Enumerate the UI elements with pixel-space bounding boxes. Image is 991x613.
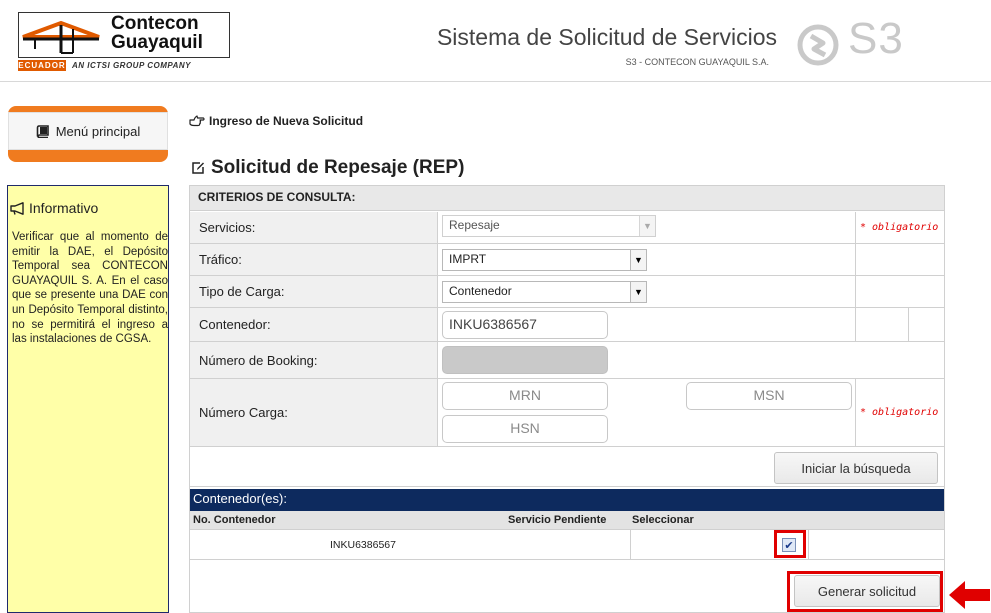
- app-header: Contecon Guayaquil ECUADOR AN ICTSI GROU…: [0, 0, 991, 82]
- info-title: Informativo: [29, 200, 99, 216]
- required-note: * obligatorio: [860, 407, 939, 418]
- servicios-label: Servicios:: [190, 212, 438, 243]
- red-arrow-left-icon: [949, 581, 990, 609]
- required-note: * obligatorio: [860, 222, 939, 233]
- info-header: Informativo: [10, 200, 98, 216]
- chevron-down-icon: ▼: [630, 282, 646, 302]
- row-trafico: Tráfico: IMPRT ▼: [190, 244, 944, 276]
- main-menu-button[interactable]: Menú principal: [8, 112, 168, 150]
- servicios-value: Repesaje: [449, 218, 500, 232]
- chevron-down-icon: ▼: [630, 250, 646, 270]
- trafico-select[interactable]: IMPRT ▼: [442, 249, 647, 271]
- mrn-input[interactable]: MRN: [442, 382, 608, 410]
- row-contenedor: INKU6386567: [330, 539, 396, 551]
- search-button[interactable]: Iniciar la búsqueda: [774, 452, 938, 484]
- row-booking: Número de Booking:: [190, 342, 944, 379]
- chevron-down-icon: ▼: [639, 216, 655, 236]
- book-icon: [36, 124, 49, 138]
- system-subtitle: S3 - CONTECON GUAYAQUIL S.A.: [625, 57, 769, 67]
- search-form: CRITERIOS DE CONSULTA: Servicios: Repesa…: [189, 185, 945, 613]
- tipo-carga-value: Contenedor: [449, 284, 512, 298]
- crane-logo-icon: [22, 20, 100, 54]
- row-numero-carga: Número Carga: MRN MSN HSN * obligatorio: [190, 379, 944, 447]
- msn-input[interactable]: MSN: [686, 382, 852, 410]
- logo-line-1: Contecon: [111, 13, 199, 34]
- info-panel: Informativo Verificar que al momento de …: [7, 185, 169, 613]
- app-badge: S3: [848, 14, 904, 63]
- col-contenedor: No. Contenedor: [193, 514, 276, 526]
- main-menu-label: Menú principal: [55, 123, 141, 139]
- page-title: Solicitud de Repesaje (REP): [191, 157, 464, 179]
- tipo-carga-label: Tipo de Carga:: [190, 276, 438, 307]
- search-actions: Iniciar la búsqueda: [190, 449, 944, 487]
- row-tipo-carga: Tipo de Carga: Contenedor ▼: [190, 276, 944, 308]
- booking-input[interactable]: [442, 346, 608, 374]
- page-title-label: Solicitud de Repesaje (REP): [211, 157, 465, 178]
- table-row: INKU6386567 ✔: [190, 530, 944, 560]
- breadcrumb-label: Ingreso de Nueva Solicitud: [209, 114, 364, 128]
- logo-group: AN ICTSI GROUP COMPANY: [72, 61, 192, 70]
- main-menu-panel: Menú principal: [8, 106, 168, 162]
- col-servicio-pendiente: Servicio Pendiente: [508, 514, 607, 526]
- row-servicios: Servicios: Repesaje ▼ * obligatorio: [190, 212, 944, 244]
- logo-frame: Contecon Guayaquil: [18, 12, 230, 58]
- col-seleccionar: Seleccionar: [632, 514, 694, 526]
- trafico-label: Tráfico:: [190, 244, 438, 275]
- generate-highlight: [787, 571, 943, 612]
- logo-line-2: Guayaquil: [111, 32, 203, 53]
- containers-header: Contenedor(es):: [190, 489, 944, 511]
- row-contenedor: Contenedor: INKU6386567: [190, 308, 944, 342]
- contenedor-input[interactable]: INKU6386567: [442, 311, 608, 339]
- breadcrumb: Ingreso de Nueva Solicitud: [189, 114, 363, 128]
- logo-country: ECUADOR: [18, 60, 66, 71]
- containers-table-header: No. Contenedor Servicio Pendiente Selecc…: [190, 511, 944, 530]
- trafico-value: IMPRT: [449, 252, 487, 266]
- tipo-carga-select[interactable]: Contenedor ▼: [442, 281, 647, 303]
- generate-actions: Generar solicitud: [190, 571, 944, 612]
- contecon-logo: Contecon Guayaquil ECUADOR AN ICTSI GROU…: [6, 10, 231, 74]
- megaphone-icon: [10, 201, 24, 215]
- numero-carga-label: Número Carga:: [190, 379, 438, 446]
- servicios-select[interactable]: Repesaje ▼: [442, 215, 656, 237]
- hand-point-right-icon: [189, 115, 205, 127]
- contenedor-label: Contenedor:: [190, 308, 438, 341]
- s3-swirl-icon: [797, 24, 839, 66]
- booking-label: Número de Booking:: [190, 342, 438, 378]
- checkbox-highlight: [774, 530, 806, 558]
- info-text: Verificar que al momento de emitir la DA…: [12, 231, 168, 346]
- criteria-header: CRITERIOS DE CONSULTA:: [190, 186, 944, 211]
- edit-icon: [192, 162, 204, 174]
- system-title: Sistema de Solicitud de Servicios: [436, 24, 777, 50]
- hsn-input[interactable]: HSN: [442, 415, 608, 443]
